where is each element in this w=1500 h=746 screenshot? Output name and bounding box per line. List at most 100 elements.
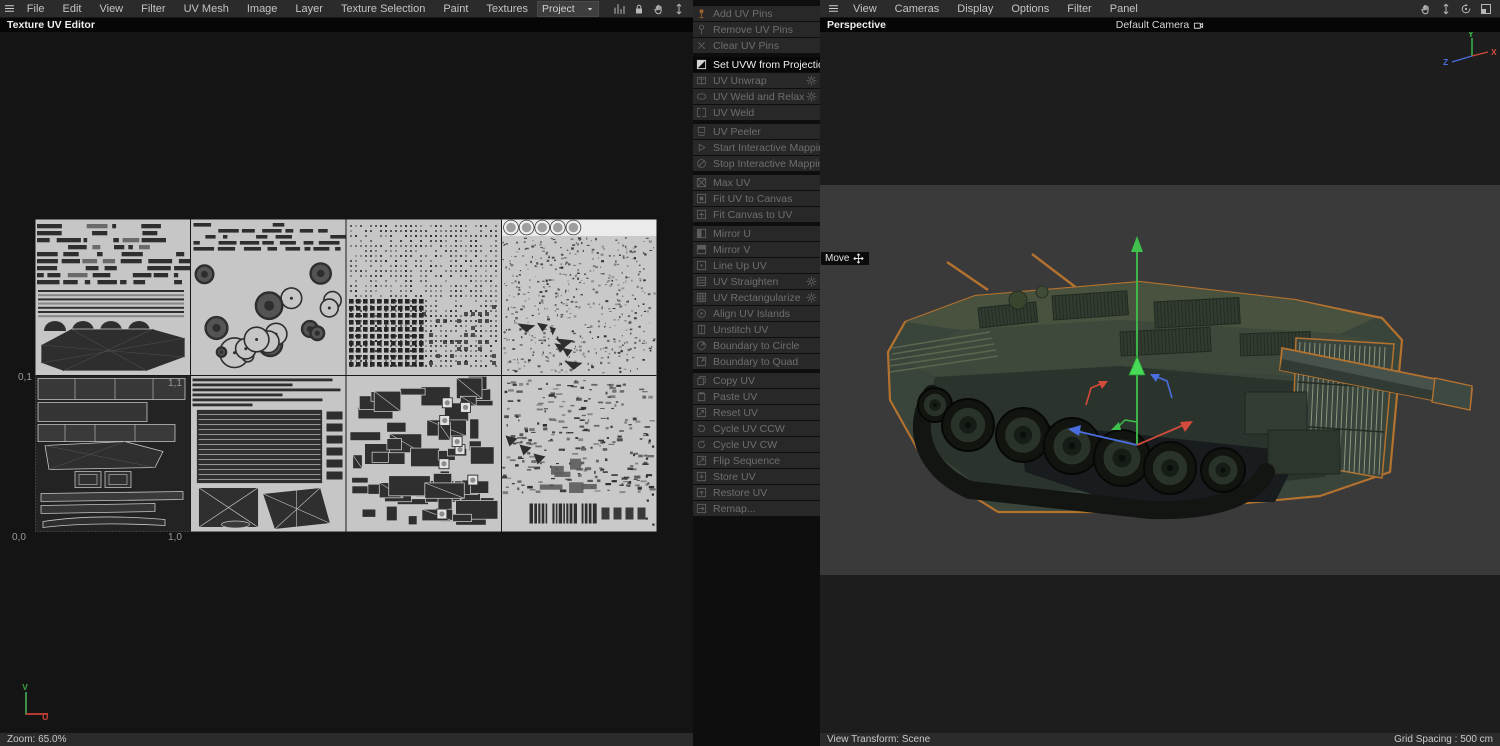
gear-icon[interactable] bbox=[806, 292, 817, 303]
command-cycle-uv-ccw[interactable]: Cycle UV CCW bbox=[693, 421, 820, 436]
paste-icon bbox=[695, 391, 708, 403]
command-max-uv[interactable]: Max UV bbox=[693, 175, 820, 190]
hand-icon[interactable] bbox=[1420, 3, 1432, 15]
command-paste-uv[interactable]: Paste UV bbox=[693, 389, 820, 404]
uv-statusbar: Zoom: 65.0% bbox=[0, 733, 693, 746]
menu-texture-selection[interactable]: Texture Selection bbox=[332, 1, 434, 17]
zoom-level: Zoom: 65.0% bbox=[7, 734, 67, 745]
menu-uv-mesh[interactable]: UV Mesh bbox=[175, 1, 238, 17]
uv-layout-art bbox=[34, 218, 658, 533]
menu-panel[interactable]: Panel bbox=[1101, 1, 1147, 17]
uv-canvas-svg bbox=[34, 218, 658, 533]
menu-cameras[interactable]: Cameras bbox=[886, 1, 949, 17]
menu-file[interactable]: File bbox=[18, 1, 54, 17]
command-label: Remove UV Pins bbox=[713, 23, 793, 36]
menu-filter[interactable]: Filter bbox=[132, 1, 174, 17]
command-store-uv[interactable]: Store UV bbox=[693, 469, 820, 484]
hand-icon[interactable] bbox=[653, 3, 665, 15]
menu-view[interactable]: View bbox=[90, 1, 132, 17]
pan-vertical-icon[interactable] bbox=[1440, 3, 1452, 15]
command-group: Mirror U Mirror V Line Up UV UV Straighten U… bbox=[693, 226, 820, 369]
command-align-uv-islands[interactable]: Align UV Islands bbox=[693, 306, 820, 321]
viewport-pane: View Cameras Display Options Filter Panel Per… bbox=[820, 0, 1500, 746]
command-reset-uv[interactable]: Reset UV bbox=[693, 405, 820, 420]
command-clear-uv-pins[interactable]: Clear UV Pins bbox=[693, 38, 820, 53]
menu-filter[interactable]: Filter bbox=[1058, 1, 1100, 17]
panel-layout-icon[interactable] bbox=[1480, 3, 1492, 15]
unwrap-icon bbox=[695, 75, 708, 87]
command-flip-sequence[interactable]: Flip Sequence bbox=[693, 453, 820, 468]
3d-viewport[interactable]: Y Z X Move bbox=[820, 32, 1500, 733]
command-line-up-uv[interactable]: Line Up UV bbox=[693, 258, 820, 273]
command-boundary-to-quad[interactable]: Boundary to Quad bbox=[693, 354, 820, 369]
command-uv-peeler[interactable]: UV Peeler bbox=[693, 124, 820, 139]
command-cycle-uv-cw[interactable]: Cycle UV CW bbox=[693, 437, 820, 452]
command-label: Store UV bbox=[713, 470, 756, 483]
uv-menu-items: File Edit View Filter UV Mesh Image Layer Textu… bbox=[18, 1, 537, 17]
command-fit-canvas-to-uv[interactable]: Fit Canvas to UV bbox=[693, 207, 820, 222]
page-title: Texture UV Editor bbox=[7, 19, 95, 31]
command-unstitch-uv[interactable]: Unstitch UV bbox=[693, 322, 820, 337]
hamburger-menu-icon[interactable] bbox=[824, 1, 842, 17]
menu-edit[interactable]: Edit bbox=[54, 1, 91, 17]
menu-view[interactable]: View bbox=[844, 1, 886, 17]
histogram-icon[interactable] bbox=[613, 3, 625, 15]
command-stop-interactive-mapping[interactable]: Stop Interactive Mapping bbox=[693, 156, 820, 171]
menu-display[interactable]: Display bbox=[948, 1, 1002, 17]
project-dropdown[interactable]: Project bbox=[537, 0, 599, 17]
view-transform-label: View Transform: Scene bbox=[827, 734, 931, 745]
gear-icon[interactable] bbox=[806, 91, 817, 102]
copy-icon bbox=[695, 375, 708, 387]
grid-spacing-label: Grid Spacing : 500 cm bbox=[1394, 734, 1493, 745]
menu-paint[interactable]: Paint bbox=[434, 1, 477, 17]
hamburger-menu-icon[interactable] bbox=[4, 1, 16, 17]
command-remap[interactable]: Remap... bbox=[693, 501, 820, 516]
camera-label: Default Camera bbox=[1115, 19, 1190, 31]
command-label: Start Interactive Mapping bbox=[713, 141, 820, 154]
command-uv-unwrap[interactable]: UV Unwrap bbox=[693, 73, 820, 88]
uv-canvas[interactable]: 0,1 1,1 0,0 1,0 V U bbox=[0, 32, 693, 733]
menu-image[interactable]: Image bbox=[238, 1, 287, 17]
menu-options[interactable]: Options bbox=[1002, 1, 1058, 17]
command-label: Fit Canvas to UV bbox=[713, 208, 793, 221]
command-uv-weld[interactable]: UV Weld bbox=[693, 105, 820, 120]
command-mirror-v[interactable]: Mirror V bbox=[693, 242, 820, 257]
command-uv-straighten[interactable]: UV Straighten bbox=[693, 274, 820, 289]
command-uv-rectangularize[interactable]: UV Rectangularize bbox=[693, 290, 820, 305]
reset-icon bbox=[695, 407, 708, 419]
pan-vertical-icon[interactable] bbox=[673, 3, 685, 15]
command-copy-uv[interactable]: Copy UV bbox=[693, 373, 820, 388]
command-mirror-u[interactable]: Mirror U bbox=[693, 226, 820, 241]
command-start-interactive-mapping[interactable]: Start Interactive Mapping bbox=[693, 140, 820, 155]
command-label: Line Up UV bbox=[713, 259, 767, 272]
cycle-cw-icon bbox=[695, 439, 708, 451]
command-add-uv-pins[interactable]: Add UV Pins bbox=[693, 6, 820, 21]
command-remove-uv-pins[interactable]: Remove UV Pins bbox=[693, 22, 820, 37]
pin-icon bbox=[695, 8, 708, 20]
viewport-svg: Y Z X bbox=[820, 32, 1500, 733]
menu-layer[interactable]: Layer bbox=[286, 1, 332, 17]
command-restore-uv[interactable]: Restore UV bbox=[693, 485, 820, 500]
lock-icon[interactable] bbox=[633, 3, 645, 15]
gear-icon[interactable] bbox=[806, 75, 817, 86]
svg-text:Z: Z bbox=[1443, 57, 1448, 67]
camera-pop-icon[interactable] bbox=[1193, 20, 1204, 31]
rotate-view-icon[interactable] bbox=[1460, 3, 1472, 15]
gear-icon[interactable] bbox=[806, 276, 817, 287]
uv-coord-label: 0,1 bbox=[18, 372, 32, 383]
command-boundary-to-circle[interactable]: Boundary to Circle bbox=[693, 338, 820, 353]
command-set-uvw-from-projection[interactable]: Set UVW from Projection bbox=[693, 57, 820, 72]
command-uv-weld-and-relax[interactable]: UV Weld and Relax bbox=[693, 89, 820, 104]
command-label: Cycle UV CW bbox=[713, 438, 778, 451]
uv-axis-indicator: V U bbox=[22, 684, 49, 720]
command-fit-uv-to-canvas[interactable]: Fit UV to Canvas bbox=[693, 191, 820, 206]
command-label: Boundary to Quad bbox=[713, 355, 799, 368]
command-group: Set UVW from Projection UV Unwrap UV Weld … bbox=[693, 57, 820, 120]
command-group: Max UV Fit UV to Canvas Fit Canvas to UV bbox=[693, 175, 820, 222]
command-label: Paste UV bbox=[713, 390, 758, 403]
svg-text:U: U bbox=[42, 712, 49, 720]
mirror-u-icon bbox=[695, 228, 708, 240]
menu-textures[interactable]: Textures bbox=[477, 1, 537, 17]
command-group: Add UV Pins Remove UV Pins Clear UV Pins bbox=[693, 6, 820, 53]
active-tool-chip: Move bbox=[821, 252, 870, 265]
